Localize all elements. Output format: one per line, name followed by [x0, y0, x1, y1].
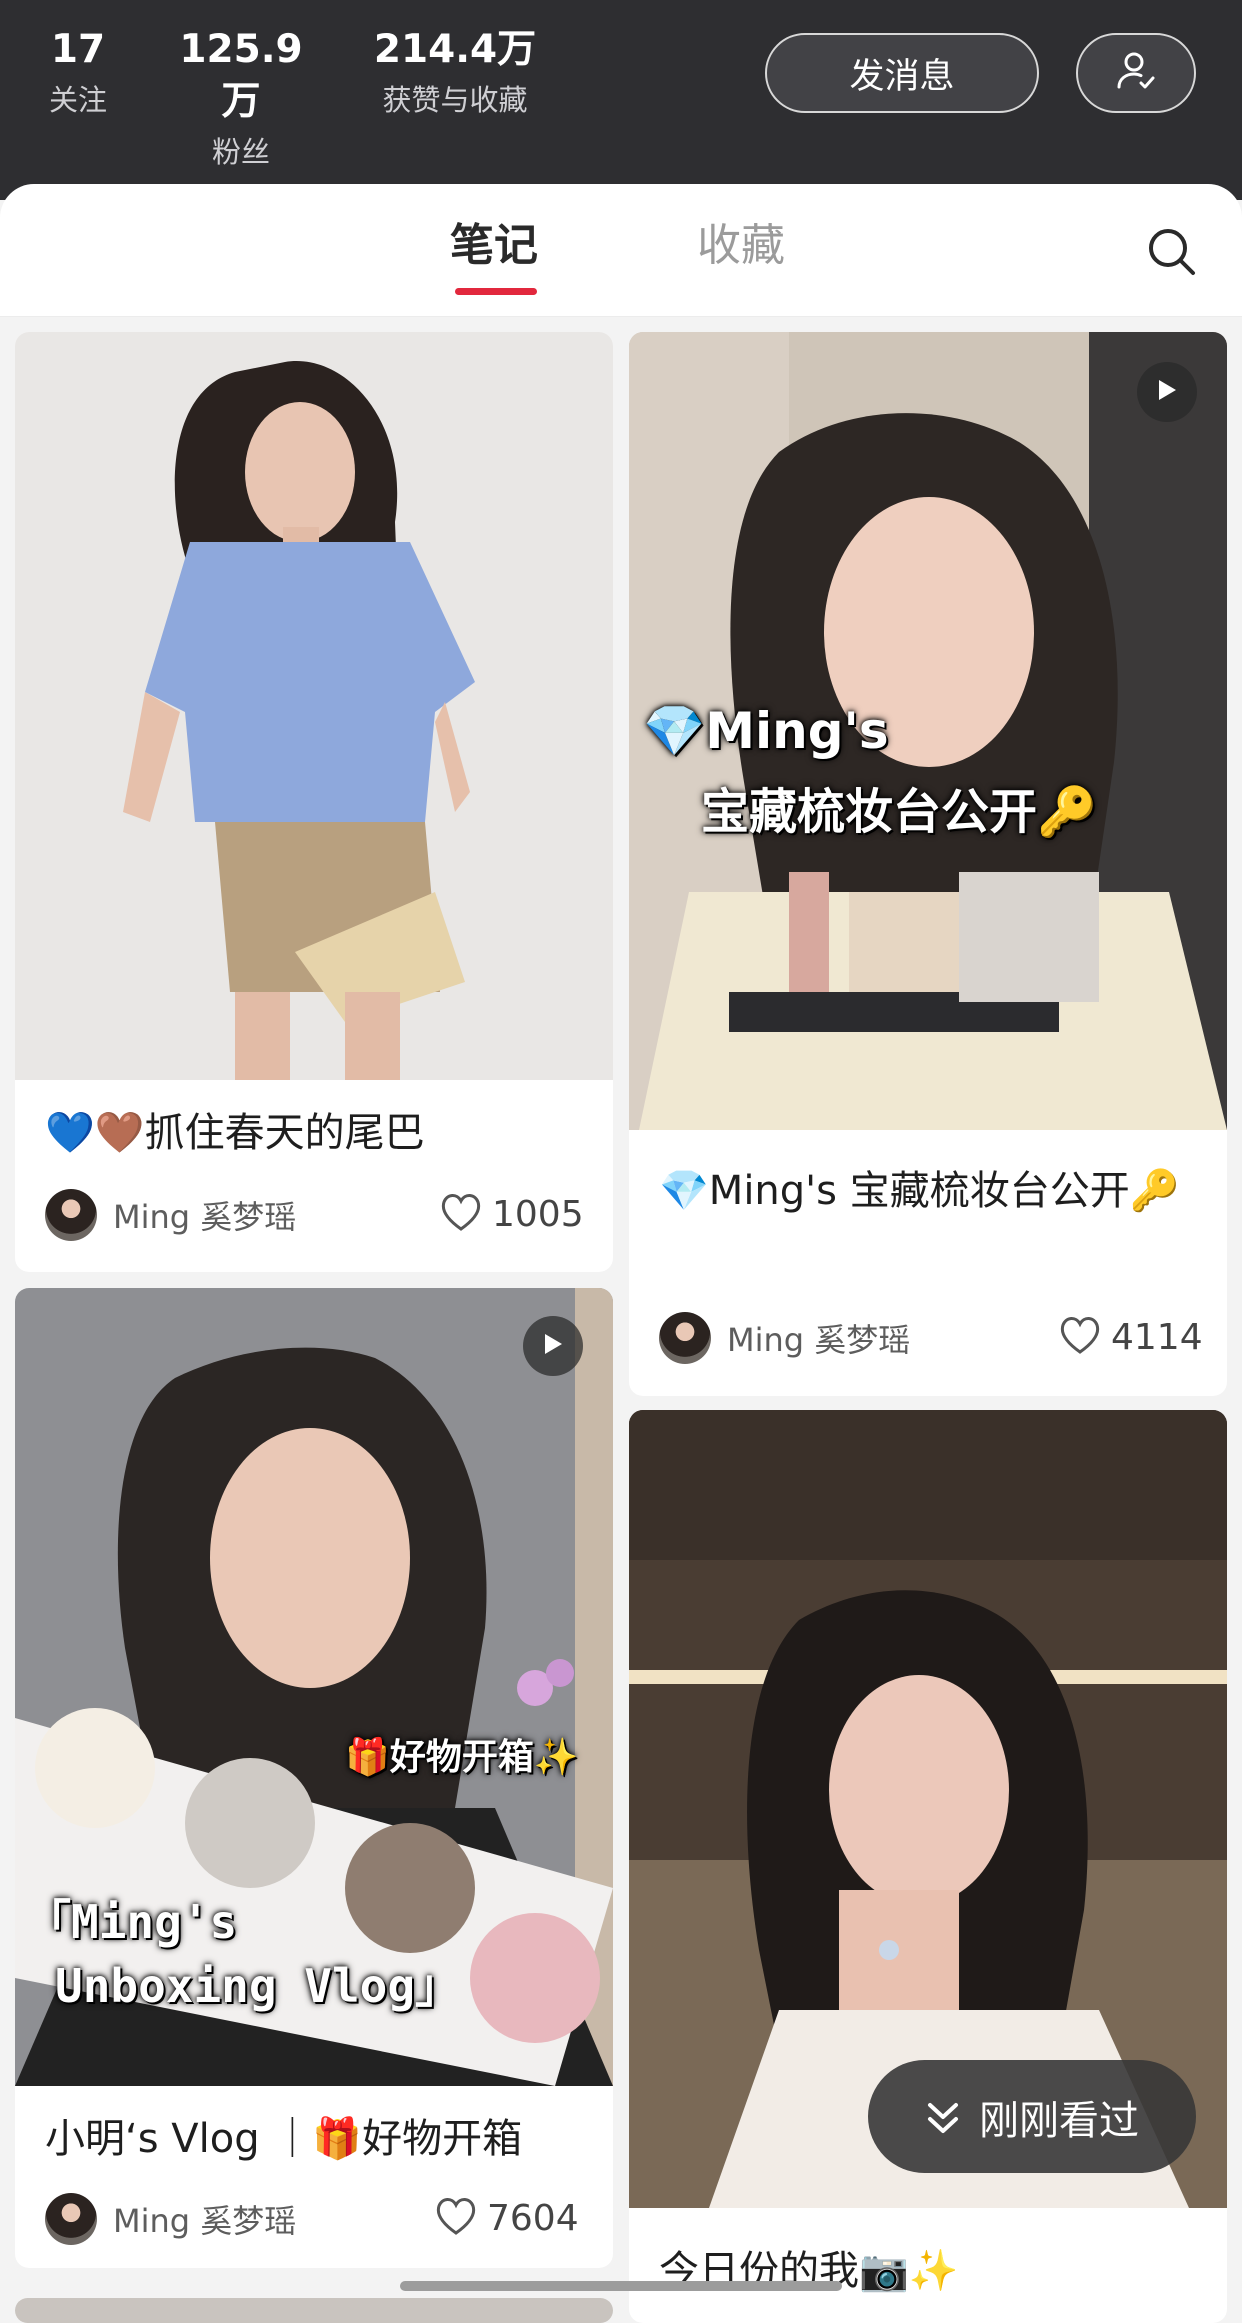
like-button[interactable]: 7604 — [435, 2196, 579, 2240]
heart-icon — [440, 1192, 482, 1236]
avatar — [45, 1189, 97, 1241]
followers-stat[interactable]: 125.9万 粉丝 — [160, 24, 322, 172]
followers-label: 粉丝 — [211, 135, 270, 169]
note-title[interactable]: 💙🤎抓住春天的尾巴 — [45, 1104, 585, 1162]
like-button[interactable]: 1005 — [440, 1192, 584, 1236]
cover-caption-line2: Unboxing Vlog」 — [55, 1959, 462, 2013]
like-count: 4114 — [1111, 1316, 1203, 1358]
note-card[interactable]: 💎Ming's 宝藏梳妆台公开🔑 💎Ming's 宝藏梳妆台公开🔑 Ming 奚… — [629, 332, 1227, 1396]
user-check-icon — [1114, 49, 1158, 97]
note-author[interactable]: Ming 奚梦瑶 — [45, 1189, 296, 1241]
following-count: 17 — [50, 27, 106, 72]
note-card[interactable] — [15, 2298, 613, 2323]
send-message-button[interactable]: 发消息 — [765, 33, 1039, 113]
author-name: Ming 奚梦瑶 — [727, 1321, 911, 1359]
note-title[interactable]: 💎Ming's 宝藏梳妆台公开🔑 — [659, 1162, 1199, 1220]
likes-collects-label: 获赞与收藏 — [382, 83, 528, 117]
follow-status-button[interactable] — [1076, 33, 1196, 113]
note-card[interactable]: 今日份的我📷✨ — [629, 1410, 1227, 2323]
heart-icon — [435, 2196, 477, 2240]
cover-caption-line1: 💎Ming's — [643, 702, 889, 760]
likes-collects-count: 214.4万 — [373, 27, 537, 72]
like-button[interactable]: 4114 — [1059, 1315, 1203, 1359]
search-button[interactable] — [1140, 222, 1204, 286]
play-icon — [1156, 378, 1178, 406]
video-indicator — [1137, 362, 1197, 422]
note-author[interactable]: Ming 奚梦瑶 — [45, 2193, 296, 2245]
heart-icon — [1059, 1315, 1101, 1359]
like-count: 1005 — [492, 1193, 584, 1235]
following-label: 关注 — [48, 83, 107, 117]
avatar — [45, 2193, 97, 2245]
author-name: Ming 奚梦瑶 — [113, 1198, 297, 1236]
play-icon — [542, 1332, 564, 1360]
home-indicator[interactable] — [400, 2281, 842, 2291]
tab-bar: 笔记 收藏 — [0, 184, 1242, 317]
likes-collects-stat[interactable]: 214.4万 获赞与收藏 — [370, 24, 540, 120]
recently-viewed-label: 刚刚看过 — [979, 2097, 1139, 2144]
note-title[interactable]: 今日份的我📷✨ — [659, 2242, 1199, 2300]
avatar — [659, 1312, 711, 1364]
following-stat[interactable]: 17 关注 — [38, 24, 118, 120]
author-name: Ming 奚梦瑶 — [113, 2202, 297, 2240]
note-author[interactable]: Ming 奚梦瑶 — [659, 1312, 910, 1364]
cover-caption-line1: 「Ming's — [25, 1895, 238, 1949]
search-icon — [1146, 226, 1198, 282]
tab-collections[interactable]: 收藏 — [697, 218, 785, 274]
note-title[interactable]: 小明‘s Vlog ｜🎁好物开箱 — [45, 2110, 585, 2168]
chevron-down-double-icon — [925, 2097, 961, 2137]
like-count: 7604 — [487, 2197, 579, 2239]
cover-caption-line2: 宝藏梳妆台公开🔑 — [701, 784, 1097, 840]
video-indicator — [523, 1316, 583, 1376]
active-tab-indicator — [455, 288, 537, 295]
note-card[interactable]: 💙🤎抓住春天的尾巴 Ming 奚梦瑶 1005 — [15, 332, 613, 1272]
profile-header: 17 关注 125.9万 粉丝 214.4万 获赞与收藏 发消息 — [0, 0, 1242, 200]
note-cover-image[interactable] — [15, 2298, 613, 2323]
recently-viewed-button[interactable]: 刚刚看过 — [868, 2060, 1196, 2173]
note-card[interactable]: 🎁好物开箱✨ 「Ming's Unboxing Vlog」 小明‘s Vlog … — [15, 1288, 613, 2268]
followers-count: 125.9万 — [179, 27, 303, 124]
note-cover-image[interactable] — [15, 332, 613, 1080]
cover-tag-text: 🎁好物开箱✨ — [345, 1737, 579, 1778]
tab-notes[interactable]: 笔记 — [450, 218, 538, 274]
